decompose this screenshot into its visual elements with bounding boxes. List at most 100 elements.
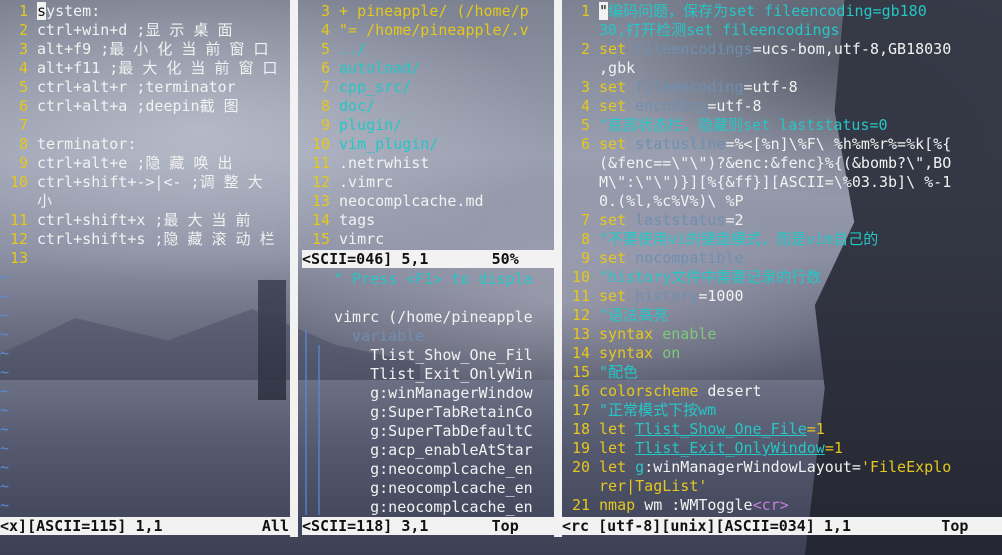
code-line[interactable]: 8 terminator: — [0, 135, 136, 154]
code-line[interactable]: 6 set statusline=%<[%n]\%F\ %h%m%r%=%k[%… — [562, 135, 951, 154]
right-editor-pane[interactable]: 1 "编码问题，保存为set fileencoding=gb180 30,打开检… — [562, 0, 1002, 537]
taglist-entry[interactable]: Tlist_Exit_OnlyWin — [334, 365, 533, 384]
taglist-entry[interactable]: variable — [334, 327, 424, 346]
code-line[interactable]: 3 alt+f9 ;最 小 化 当 前 窗 口 — [0, 40, 269, 59]
code-line[interactable]: 5 "底部状态栏，隐藏则set laststatus=0 — [562, 116, 888, 135]
middle-editor-pane[interactable]: 3 + pineapple/ (/home/p 4 "= /home/pineap… — [302, 0, 554, 537]
taglist-entry[interactable]: g:neocomplcache_en — [334, 498, 533, 517]
taglist-entry[interactable]: g:SuperTabDefaultC — [334, 422, 533, 441]
taglist-text: g:acp_enableAtStar — [334, 441, 533, 459]
code-line[interactable]: 11 set history=1000 — [562, 287, 744, 306]
code-line[interactable]: 13 syntax enable — [562, 325, 717, 344]
empty-line-tilde: ~ — [0, 363, 10, 381]
vertical-split-separator-left[interactable] — [290, 0, 298, 537]
file-browser-entry[interactable]: 4 "= /home/pineapple/.v — [302, 21, 529, 40]
code-line[interactable]: 9 ctrl+alt+e ;隐 藏 唤 出 — [0, 154, 233, 173]
code-token: =ucs-bom,utf-8,GB18030 — [752, 40, 952, 58]
code-token: =1 — [824, 439, 843, 457]
code-line[interactable]: 4 alt+f11 ;最 大 化 当 前 窗 口 — [0, 59, 278, 78]
code-token: desert — [707, 382, 762, 400]
code-token: let — [599, 439, 636, 457]
code-line[interactable]: rer|TagList' — [562, 477, 707, 496]
file-browser-entry[interactable]: 13 neocomplcache.md — [302, 192, 484, 211]
taglist-entry[interactable]: vimrc (/home/pineapple — [334, 308, 533, 327]
taglist-entry[interactable]: g:neocomplcache_en — [334, 460, 533, 479]
code-token: statusline — [635, 135, 726, 153]
code-line[interactable]: ,gbk — [562, 59, 635, 78]
taglist-entry[interactable]: g:winManagerWindow — [334, 384, 533, 403]
code-line[interactable]: 7 — [0, 116, 37, 135]
code-line[interactable]: 30,打开检测set fileencodings — [562, 21, 840, 40]
code-token: =1 — [806, 420, 825, 438]
taglist-entry[interactable]: " Press <F1> to displa — [334, 270, 533, 289]
code-line[interactable]: 21 nmap wm :WMToggle<cr> — [562, 496, 789, 515]
code-line[interactable]: M\":\"\")}][%{&ff}][ASCII=\%03.3b]\ %-1 — [562, 173, 951, 192]
code-line[interactable]: 19 let Tlist_Exit_OnlyWindow=1 — [562, 439, 843, 458]
file-browser-entry[interactable]: 5 ../ — [302, 40, 366, 59]
file-browser-entry[interactable]: 12 .vimrc — [302, 173, 393, 192]
code-line[interactable]: 0.(%l,%c%V%)\ %P — [562, 192, 744, 211]
code-token: history — [635, 287, 699, 305]
file-browser-entry[interactable]: 15 vimrc — [302, 230, 384, 249]
code-line[interactable]: 小 — [0, 192, 52, 211]
line-number: 17 — [571, 401, 590, 419]
line-number: 13 — [571, 325, 590, 343]
code-line[interactable]: 14 syntax on — [562, 344, 680, 363]
code-line[interactable]: 18 let Tlist_Show_One_File=1 — [562, 420, 825, 439]
code-line[interactable]: 4 set encoding=utf-8 — [562, 97, 762, 116]
code-line[interactable]: 3 set fileencoding=utf-8 — [562, 78, 798, 97]
code-line[interactable]: 8 "不要使用vi的键盘模式，而是vim自己的 — [562, 230, 878, 249]
code-line[interactable]: 1 system: — [0, 2, 100, 21]
code-line[interactable]: 16 colorscheme desert — [562, 382, 762, 401]
code-token: Tlist_Exit_OnlyWindow — [635, 439, 825, 457]
line-number: 3 — [580, 78, 590, 96]
code-line[interactable]: 5 ctrl+alt+r ;terminator — [0, 78, 236, 97]
code-line[interactable]: 7 set laststatus=2 — [562, 211, 744, 230]
file-browser-entry[interactable]: 9 plugin/ — [302, 116, 402, 135]
file-browser-entry[interactable]: 14 tags — [302, 211, 375, 230]
code-line[interactable]: 10 ctrl+shift+->|<- ;调 整 大 — [0, 173, 263, 192]
file-name: vim_plugin/ — [339, 135, 439, 153]
code-line[interactable]: 2 ctrl+win+d ;显 示 桌 面 — [0, 21, 233, 40]
code-line[interactable]: 11 ctrl+shift+x ;最 大 当 前 — [0, 211, 251, 230]
file-browser-entry[interactable]: 8 doc/ — [302, 97, 375, 116]
file-browser-entry[interactable]: 11 .netrwhist — [302, 154, 429, 173]
file-browser-entry[interactable]: 7 cpp_src/ — [302, 78, 411, 97]
code-line[interactable]: 9 set nocompatible — [562, 249, 744, 268]
code-line[interactable]: (&fenc==\"\")?&enc:&fenc}%{(&bomb?\",BO — [562, 154, 951, 173]
file-browser-entry[interactable]: 6 autoload/ — [302, 59, 420, 78]
code-line[interactable]: 1 "编码问题，保存为set fileencoding=gb180 — [562, 2, 927, 21]
code-token: 0.(%l,%c%V%)\ %P — [599, 192, 744, 210]
taglist-entry[interactable]: g:neocomplcache_en — [334, 479, 533, 498]
code-line[interactable]: 2 set fileencodings=ucs-bom,utf-8,GB1803… — [562, 40, 951, 59]
taglist-entry[interactable]: Tlist_Show_One_Fil — [334, 346, 533, 365]
code-token: syntax — [599, 325, 663, 343]
code-line[interactable]: 20 let g:winManagerWindowLayout='FileExp… — [562, 458, 951, 477]
code-line[interactable]: 13 — [0, 249, 37, 268]
file-browser-entry[interactable]: 10 vim_plugin/ — [302, 135, 438, 154]
taglist-entry[interactable]: g:acp_enableAtStar — [334, 441, 533, 460]
code-line[interactable]: 17 "正常模式下按wm — [562, 401, 716, 420]
text-cursor: " — [599, 2, 609, 20]
vertical-split-separator-right[interactable] — [554, 0, 562, 537]
code-token: on — [662, 344, 681, 362]
code-token: =utf-8 — [707, 97, 762, 115]
left-editor-pane[interactable]: 1 system: 2 ctrl+win+d ;显 示 桌 面3 alt+f9 ;… — [0, 0, 290, 537]
code-line[interactable]: 12 "语法高亮 — [562, 306, 668, 325]
code-line[interactable]: 15 "配色 — [562, 363, 638, 382]
code-line[interactable]: 10 "history文件中需要记录的行数 — [562, 268, 821, 287]
line-number: 7 — [580, 211, 590, 229]
code-token: syntax — [599, 344, 663, 362]
taglist-entry[interactable]: g:SuperTabRetainCo — [334, 403, 533, 422]
code-line[interactable]: 6 ctrl+alt+a ;deepin截 图 — [0, 97, 239, 116]
code-line[interactable]: 12 ctrl+shift+s ;隐 藏 滚 动 栏 — [0, 230, 275, 249]
file-browser-entry[interactable]: 3 + pineapple/ (/home/p — [302, 2, 529, 21]
